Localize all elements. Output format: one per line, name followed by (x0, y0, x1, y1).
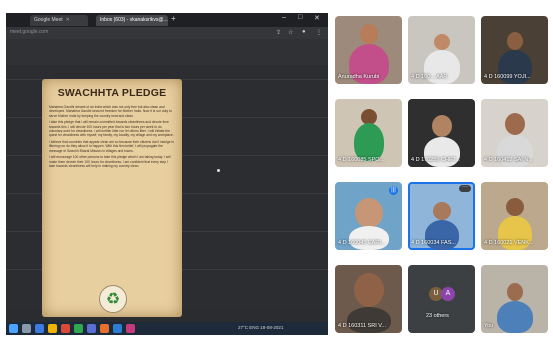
participant-tile[interactable]: You (481, 265, 548, 333)
browser-tab-bar: Google Meet ✕ Inbox (603) - vkanaksrikvs@… (6, 13, 328, 27)
speaking-indicator-icon: ||| (389, 186, 398, 195)
participant-name: 4 D 160412 SAI N... (484, 157, 533, 163)
participant-tile[interactable]: ··· 4 D 160034 FAS... (408, 182, 475, 250)
participant-name: 4 D 160045 EARI... (338, 240, 386, 246)
minimize-button[interactable]: – (282, 14, 286, 21)
pledge-paragraph: I will encourage 100 other persons to ta… (49, 155, 171, 169)
screen: Google Meet ✕ Inbox (603) - vkanaksrikvs@… (0, 0, 553, 340)
mouse-cursor (217, 169, 220, 172)
participant-tile[interactable]: 4 D 160021 VENK... (481, 182, 548, 250)
tab-label: Google Meet (34, 17, 63, 23)
participant-video (353, 273, 384, 307)
recycle-icon: ♻ (99, 285, 127, 313)
avatar: A (441, 287, 455, 301)
participant-name: 4 D 160... AAR (411, 74, 448, 80)
participant-tile[interactable]: ||| 4 D 160045 EARI... (335, 182, 402, 250)
participant-tile[interactable]: 4 D 160099 YOJI... (481, 16, 548, 84)
tab-label: Inbox (603) - vkanaksrikvs@... (100, 17, 168, 23)
participant-name: Anuradha Kurubi (338, 74, 380, 80)
others-count: 23 others (426, 313, 449, 319)
swachhta-pledge-poster: SWACHHTA PLEDGE Mahatma Gandhi dreamt of… (42, 79, 182, 317)
powerpoint-icon[interactable] (100, 324, 109, 333)
tab-inbox[interactable]: Inbox (603) - vkanaksrikvs@... (96, 15, 168, 26)
address-text: meet.google.com (10, 29, 49, 35)
poster-body: Mahatma Gandhi dreamt of an India which … (49, 105, 175, 171)
teams-icon[interactable] (87, 324, 96, 333)
participant-video (346, 307, 391, 333)
participant-video (353, 123, 384, 161)
participant-video (496, 301, 533, 333)
new-tab-button[interactable]: + (171, 14, 176, 23)
edge-icon[interactable] (35, 324, 44, 333)
system-tray: 27°C ENG 18-08-2021 (238, 325, 284, 330)
participant-tile[interactable]: 4 D 160412 SAI N... (481, 99, 548, 167)
participant-name: 4 D 170259 CHET... (411, 157, 460, 163)
menu-icon[interactable]: ⋮ (316, 29, 322, 36)
maximize-button[interactable]: □ (298, 14, 302, 21)
more-options-icon[interactable]: ··· (459, 184, 471, 192)
pledge-paragraph: Mahatma Gandhi dreamt of an India which … (49, 105, 172, 118)
participant-video (506, 283, 523, 301)
participant-tile[interactable]: Anuradha Kurubi (335, 16, 402, 84)
participant-video (359, 24, 378, 44)
participant-name: 4 D 160099 YOJI... (484, 74, 531, 80)
search-icon[interactable] (22, 324, 31, 333)
participant-tile[interactable]: 4 D 160311 SRI V... (335, 265, 402, 333)
pledge-paragraph: I believe that countries that appear cle… (49, 140, 175, 153)
participant-name: 4 D 160034 FAS... (411, 240, 456, 246)
windows-taskbar: 27°C ENG 18-08-2021 (6, 322, 328, 335)
pledge-paragraph: I take this pledge that I will remain co… (49, 120, 174, 138)
participant-video (433, 34, 450, 50)
folder-icon[interactable] (48, 324, 57, 333)
participant-tile[interactable]: 4 D 160085 SPO... (335, 99, 402, 167)
participant-video (432, 202, 451, 220)
whatsapp-icon[interactable] (74, 324, 83, 333)
app-header (6, 39, 328, 65)
participant-name: You (484, 323, 494, 329)
participant-tile[interactable]: 4 D 160... AAR (408, 16, 475, 84)
participant-video (431, 115, 452, 137)
participant-video (506, 32, 523, 50)
star-icon[interactable]: ☆ (288, 29, 293, 36)
start-icon[interactable] (9, 324, 18, 333)
participant-tile[interactable]: 4 D 170259 CHET... (408, 99, 475, 167)
participant-name: 4 D 160311 SRI V... (338, 323, 387, 329)
window-close-button[interactable]: ✕ (314, 14, 320, 22)
tab-google-meet[interactable]: Google Meet ✕ (30, 15, 88, 26)
shared-screen: Google Meet ✕ Inbox (603) - vkanaksrikvs@… (6, 13, 328, 335)
share-icon[interactable]: ⇪ (276, 29, 281, 36)
chrome-icon[interactable] (61, 324, 70, 333)
participant-video (504, 113, 525, 135)
profile-icon[interactable]: ● (302, 29, 306, 35)
participant-video (354, 198, 383, 228)
participant-name: 4 D 160085 SPO... (338, 157, 385, 163)
app-icon[interactable] (126, 324, 135, 333)
participant-name: 4 D 160021 VENK... (484, 240, 534, 246)
poster-title: SWACHHTA PLEDGE (57, 87, 167, 99)
address-bar[interactable]: meet.google.com ⇪ ☆ ● ⋮ (6, 27, 328, 39)
close-icon[interactable]: ✕ (66, 17, 70, 23)
participant-video (505, 198, 524, 216)
others-tile[interactable]: U A 23 others (408, 265, 475, 333)
word-icon[interactable] (113, 324, 122, 333)
participant-video (348, 226, 389, 250)
